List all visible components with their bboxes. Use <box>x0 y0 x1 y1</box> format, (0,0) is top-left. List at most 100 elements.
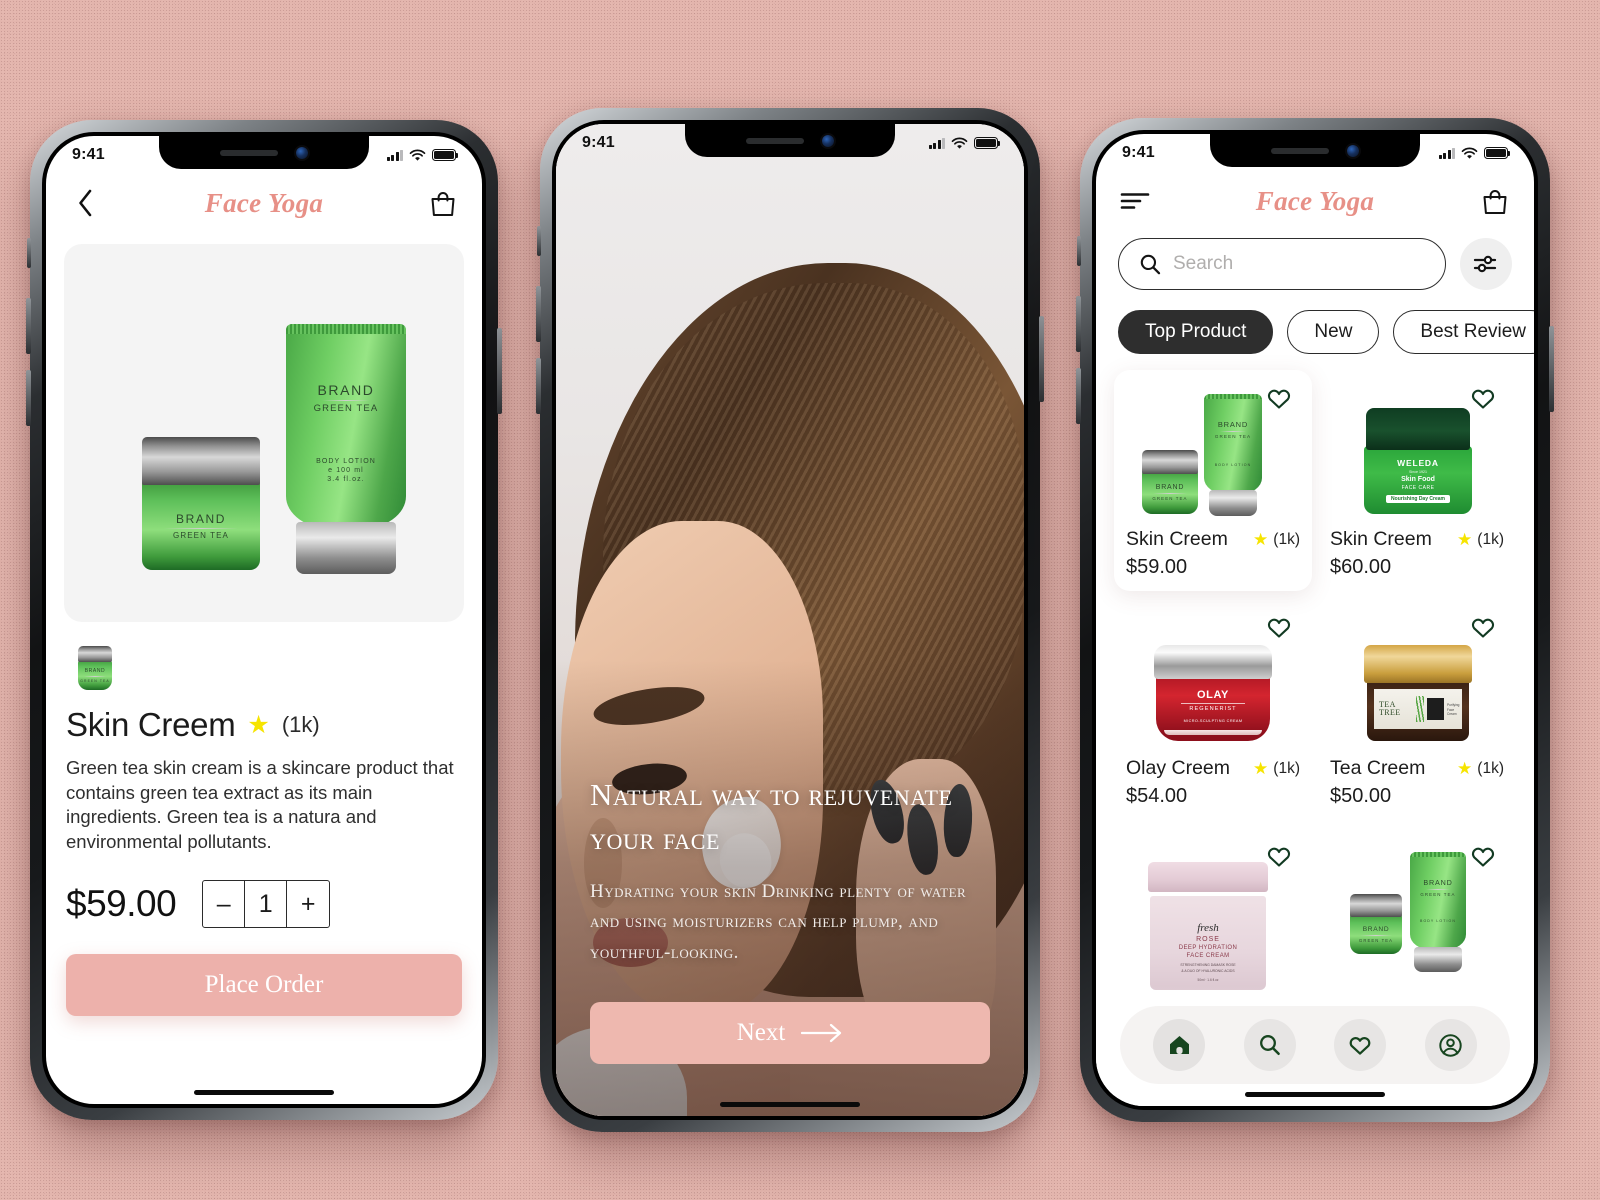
tube-variant-label: GREEN TEA <box>1214 434 1252 439</box>
page-title: Face Yoga <box>1255 185 1375 216</box>
product-card[interactable]: BRAND GREEN TEA BRAND GREEN TEA BODY LOT… <box>1114 370 1312 591</box>
page-title: Face Yoga <box>204 187 324 218</box>
cellular-bars-icon <box>928 137 945 149</box>
cart-button[interactable] <box>426 186 460 220</box>
product-card-image: TEA TREE Purifying Face Cream <box>1330 609 1504 751</box>
tab-favorites[interactable] <box>1334 1019 1387 1071</box>
phone-volume-down-button <box>1076 368 1081 424</box>
product-card-image: BRAND GREEN TEA BRAND GREEN TEA BODY LOT… <box>1126 380 1300 522</box>
product-card[interactable]: WELEDA Since 1921 Skin Food FACE CARE No… <box>1318 370 1516 591</box>
star-icon: ★ <box>1253 530 1269 549</box>
rating-count: (1k) <box>1477 530 1504 548</box>
product-card-image: BRAND GREEN TEA BRAND GREEN TEA BODY LOT… <box>1330 838 1504 988</box>
heart-outline-icon[interactable] <box>1470 615 1496 639</box>
phone-mute-switch <box>1077 236 1081 266</box>
place-order-button[interactable]: Place Order <box>66 954 462 1017</box>
jar-art: BRAND GREEN TEA <box>1142 450 1198 514</box>
jar-variant-label: GREEN TEA <box>173 530 229 540</box>
fresh-line5-label: & A DUO OF HYALURONIC ACIDS <box>1181 969 1235 973</box>
filter-button[interactable] <box>1460 238 1512 290</box>
phone-power-button <box>497 328 502 414</box>
tube-volume-oz-label: 3.4 fl.oz. <box>327 476 365 483</box>
product-card-name: Tea Creem <box>1330 757 1426 779</box>
heart-outline-icon[interactable] <box>1470 386 1496 410</box>
shopping-bag-icon <box>431 191 455 216</box>
tab-profile[interactable] <box>1424 1019 1477 1071</box>
fresh-jar-art: fresh ROSE DEEP HYDRATION FACE CREAM STR… <box>1148 860 1268 990</box>
status-bar-time: 9:41 <box>1122 144 1155 161</box>
quantity-value: 1 <box>245 881 288 928</box>
sliders-filter-icon <box>1473 255 1497 273</box>
cellular-bars-icon <box>386 149 403 161</box>
product-card-rating: ★ (1k) <box>1457 760 1504 778</box>
phone-volume-down-button <box>536 358 541 414</box>
back-button[interactable] <box>68 186 102 220</box>
next-button[interactable]: Next <box>590 1002 990 1064</box>
heart-outline-icon[interactable] <box>1266 615 1292 639</box>
front-camera-icon <box>1347 144 1359 157</box>
battery-icon <box>1484 147 1511 159</box>
filter-chip-top-product[interactable]: Top Product <box>1118 310 1274 354</box>
heart-outline-icon[interactable] <box>1470 844 1496 868</box>
chevron-left-icon <box>78 189 91 217</box>
quantity-increase-button[interactable]: + <box>287 881 329 927</box>
teatree-line2-label: Face Cream <box>1447 707 1457 716</box>
phone-mockup-product-detail: 9:41 Face Yoga BRAND GREEN TEA BRAND GRE… <box>26 120 502 1120</box>
chip-label: Top Product <box>1145 321 1247 342</box>
rating-count: (1k) <box>1273 759 1300 777</box>
tube-brand-label: BRAND <box>1217 420 1249 429</box>
earpiece-speaker <box>746 137 804 144</box>
earpiece-speaker <box>1271 147 1329 154</box>
tab-home[interactable] <box>1153 1019 1206 1071</box>
jar-variant-label: GREEN TEA <box>1358 937 1394 943</box>
fresh-brand-label: fresh <box>1197 922 1219 934</box>
product-card-price: $59.00 <box>1126 556 1188 578</box>
filter-chip-list: Top Product New Best Review <box>1096 290 1534 354</box>
search-input[interactable]: Search <box>1118 238 1446 290</box>
heart-outline-icon <box>1349 1037 1371 1055</box>
cart-button[interactable] <box>1478 184 1512 218</box>
front-camera-icon <box>296 146 308 159</box>
onboarding-subheading: Hydrating your skin Drinking plenty of w… <box>590 880 967 963</box>
home-indicator <box>1245 1091 1385 1097</box>
search-icon <box>1259 1035 1280 1056</box>
product-hero-image: BRAND GREEN TEA BRAND GREEN TEA BODY LOT… <box>64 244 464 622</box>
product-card[interactable]: BRAND GREEN TEA BRAND GREEN TEA BODY LOT… <box>1318 828 1516 1000</box>
hamburger-menu-icon <box>1120 193 1150 209</box>
status-bar-time: 9:41 <box>72 146 105 163</box>
rating-count: (1k) <box>1273 530 1300 548</box>
heart-outline-icon[interactable] <box>1266 386 1292 410</box>
menu-button[interactable] <box>1118 184 1152 218</box>
star-icon: ★ <box>1253 759 1269 778</box>
chip-label: New <box>1314 321 1353 342</box>
product-card-name: Skin Creem <box>1126 528 1228 550</box>
filter-chip-new[interactable]: New <box>1287 310 1380 354</box>
weleda-brand-label: WELEDA <box>1397 457 1439 468</box>
product-title-row: Skin Creem ★ (1k) <box>66 706 462 744</box>
product-card[interactable]: fresh ROSE DEEP HYDRATION FACE CREAM STR… <box>1114 828 1312 1000</box>
thumb-brand-label: BRAND <box>84 667 106 674</box>
product-card-image: WELEDA Since 1921 Skin Food FACE CARE No… <box>1330 380 1504 522</box>
product-card-name: Olay Creem <box>1126 757 1231 779</box>
tab-search[interactable] <box>1243 1019 1296 1071</box>
phone-volume-up-button <box>1076 296 1081 352</box>
tube-art: BRAND GREEN TEA BODY LOTION <box>1204 394 1262 516</box>
weleda-badge-label: Nourishing Day Cream <box>1386 494 1450 503</box>
product-thumbnail[interactable]: BRAND GREEN TEA <box>64 634 126 696</box>
tube-variant-label: GREEN TEA <box>313 403 379 414</box>
heart-outline-icon[interactable] <box>1266 844 1292 868</box>
phone-mute-switch <box>27 238 31 268</box>
product-card-price: $54.00 <box>1126 785 1188 807</box>
quantity-decrease-button[interactable]: – <box>203 881 246 928</box>
phone-power-button <box>1549 326 1554 412</box>
product-card[interactable]: TEA TREE Purifying Face Cream Tea Creem … <box>1318 599 1516 820</box>
rating-count: (1k) <box>281 712 320 737</box>
fresh-line4-label: STRENGTHENING DAMASK ROSE <box>1180 963 1236 967</box>
product-card[interactable]: OLAY REGENERIST MICRO-SCULPTING CREAM Ol… <box>1114 599 1312 820</box>
weleda-line1-label: Skin Food <box>1401 475 1435 483</box>
filter-chip-best-review[interactable]: Best Review <box>1393 310 1534 354</box>
product-jar-illustration: BRAND GREEN TEA <box>142 437 260 570</box>
tube-type-label: BODY LOTION <box>1420 919 1456 923</box>
star-icon: ★ <box>1457 759 1473 778</box>
product-tube-illustration: BRAND GREEN TEA BODY LOTION e 100 ml 3.4… <box>286 324 406 574</box>
